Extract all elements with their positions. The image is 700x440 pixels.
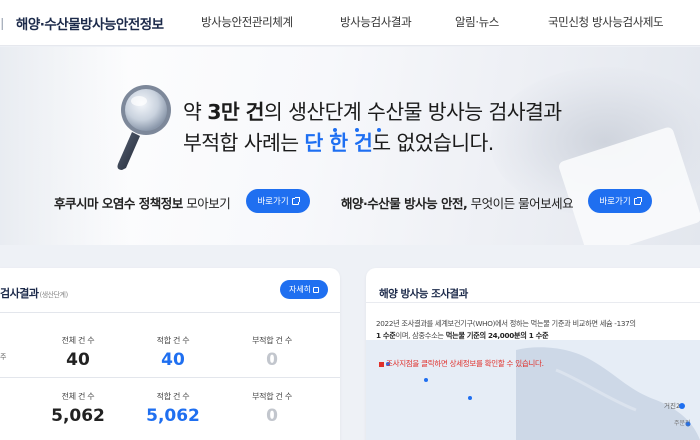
detail-button[interactable]: 자세히 [280, 280, 328, 299]
site-header: ㅣ 해양·수산물방사능안전정보 방사능안전관리체계 방사능검사결과 알림·뉴스 국… [0, 0, 700, 46]
map-point-label[interactable]: 주문진 [674, 418, 691, 427]
nav-public-request[interactable]: 국민신청 방사능검사제도 [548, 14, 664, 30]
yearly-fail-value: 0 [266, 406, 278, 426]
hero-headline: 약 3만 건의 생산단계 수산물 방사능 검사결과 부적합 사례는 단 한 건도… [183, 97, 562, 159]
nav-radiation-results[interactable]: 방사능검사결과 [340, 14, 412, 30]
qna-bold: 해양·수산물 방사능 안전, [341, 196, 468, 211]
site-brand[interactable]: ㅣ 해양·수산물방사능안전정보 [0, 13, 164, 33]
brand-separator: ㅣ [0, 17, 8, 33]
map-point-label[interactable]: 거진2 [664, 400, 680, 410]
inspection-subtitle: (생산단계) [39, 291, 68, 299]
yearly-fail-label: 부적합 건 수 [252, 392, 292, 401]
emphasis-dot [355, 128, 359, 132]
emphasis-dot [333, 128, 337, 132]
ocean-survey-divider [366, 302, 700, 303]
qna-rest: 무엇이든 물어보세요 [467, 196, 574, 211]
qna-link-text: 해양·수산물 방사능 안전, 무엇이든 물어보세요 [341, 193, 574, 212]
yearly-total-label: 전체 건 수 [61, 392, 95, 401]
headline-1c: 의 생산단계 수산물 방사능 검사결과 [263, 100, 562, 124]
desc-mid: 이며, 삼중수소는 [395, 331, 446, 340]
external-link-icon [633, 196, 642, 205]
yearly-total-value: 5,062 [51, 406, 105, 426]
row-stub-label: 주 [0, 353, 7, 361]
map-click-hint-text: 조사지점을 클릭하면 상세정보를 확인할 수 있습니다. [386, 359, 544, 368]
weekly-fail-value: 0 [266, 350, 278, 370]
headline-2c: 도 없었습니다. [372, 131, 494, 155]
headline-2-emphasis: 단 한 건 [304, 131, 373, 155]
weekly-pass-value: 40 [161, 350, 185, 370]
ocean-survey-title: 해양 방사능 조사결과 [379, 288, 468, 300]
magnifier-icon [117, 85, 171, 170]
detail-button-label: 자세히 [288, 285, 312, 294]
emphasis-dot [377, 128, 381, 132]
inspection-results-title: 검사결과(생산단계) [0, 285, 68, 301]
brand-title: 해양·수산물방사능안전정보 [15, 17, 164, 33]
headline-line-1: 약 3만 건의 생산단계 수산물 방사능 검사결과 [183, 97, 562, 128]
row-divider [0, 312, 340, 313]
yearly-pass-value: 5,062 [146, 406, 200, 426]
yearly-pass-label: 적합 건 수 [156, 392, 190, 401]
ocean-survey-desc-1: 2022년 조사결과를 세계보건기구(WHO)에서 정하는 먹는물 기준과 비교… [376, 319, 636, 328]
weekly-total-label: 전체 건 수 [61, 336, 95, 345]
weekly-total-value: 40 [66, 350, 90, 370]
external-link-icon [291, 196, 300, 205]
headline-line-2: 부적합 사례는 단 한 건도 없었습니다. [183, 128, 562, 159]
go-button-label: 바로가기 [257, 197, 289, 207]
headline-1-count: 3만 건 [207, 100, 264, 124]
policy-info-link-text: 후쿠시마 오염수 정책정보 모아보기 [54, 193, 231, 212]
map-click-hint: 조사지점을 클릭하면 상세정보를 확인할 수 있습니다. [379, 358, 544, 369]
nav-radiation-management[interactable]: 방사능안전관리체계 [201, 14, 293, 30]
policy-info-rest: 모아보기 [182, 196, 231, 211]
desc-bold-1: 1 수준 [376, 331, 396, 340]
nav-notice-news[interactable]: 알림·뉴스 [455, 14, 499, 30]
headline-2a: 부적합 사례는 [183, 131, 305, 155]
policy-info-go-button[interactable]: 바로가기 [246, 189, 310, 213]
qna-go-button[interactable]: 바로가기 [588, 189, 652, 213]
inspection-title-text: 검사결과 [0, 287, 39, 300]
external-link-icon [313, 286, 320, 293]
alert-square-icon [379, 361, 384, 367]
ocean-survey-map[interactable] [366, 340, 700, 440]
row-divider [0, 377, 340, 378]
weekly-pass-label: 적합 건 수 [156, 336, 190, 345]
headline-1a: 약 [183, 100, 208, 124]
weekly-fail-label: 부적합 건 수 [252, 336, 292, 345]
policy-info-bold: 후쿠시마 오염수 정책정보 [54, 196, 183, 211]
go-button-label: 바로가기 [599, 197, 631, 207]
desc-bold-2: 먹는물 기준의 24,000분의 1 수준 [445, 331, 549, 340]
